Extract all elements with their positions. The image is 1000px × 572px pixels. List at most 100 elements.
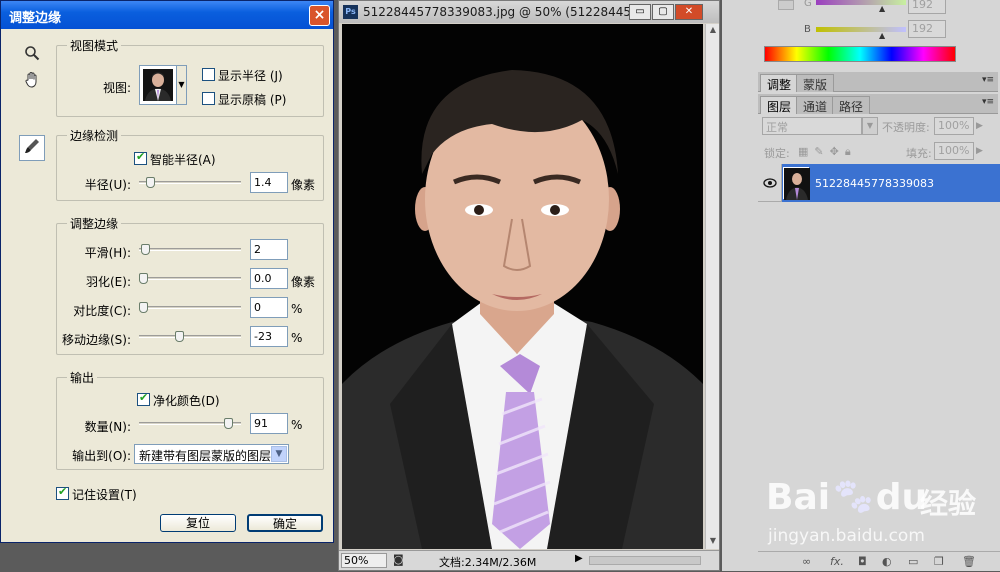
layer-name[interactable]: 51228445778339083	[815, 177, 934, 190]
tab-adjustments[interactable]: 调整	[760, 74, 799, 92]
shift-edge-unit: %	[291, 331, 303, 345]
smooth-slider-track[interactable]	[139, 248, 241, 251]
dialog-title[interactable]: 调整边缘	[1, 1, 333, 29]
edge-detection-legend: 边缘检测	[70, 129, 119, 143]
smart-radius-checkbox[interactable]	[134, 150, 147, 165]
remember-settings-checkbox[interactable]	[56, 485, 69, 500]
shift-edge-slider-thumb[interactable]	[175, 331, 185, 342]
g-slider[interactable]	[816, 0, 906, 5]
opacity-label: 不透明度:	[882, 121, 930, 134]
baidu-watermark: Bai🐾︎du 经验 jingyan.baidu.com	[760, 462, 1000, 572]
reset-button[interactable]: 复位	[160, 514, 236, 532]
output-to-value: 新建带有图层蒙版的图层	[139, 449, 272, 463]
fill-arrow-icon[interactable]: ▶	[976, 146, 983, 156]
color-spectrum[interactable]	[764, 46, 956, 62]
contrast-input[interactable]: 0	[250, 297, 288, 318]
watermark-url: jingyan.baidu.com	[768, 526, 925, 546]
g-slider-thumb[interactable]: ▲	[879, 4, 885, 13]
zoom-level[interactable]: 50%	[341, 553, 387, 568]
b-slider[interactable]	[816, 27, 906, 32]
document-window: 51228445778339083.jpg @ 50% (512284457..…	[338, 0, 720, 571]
output-to-label: 输出到(O):	[72, 449, 131, 463]
lock-icons[interactable]: ▦✎✥🔒︎	[798, 145, 857, 159]
hand-tool-icon[interactable]	[21, 71, 43, 93]
panel-menu-icon[interactable]: ▾≡	[982, 75, 994, 85]
radius-input[interactable]: 1.4	[250, 172, 288, 193]
amount-slider-thumb[interactable]	[223, 418, 233, 429]
status-menu-icon[interactable]: ◙	[393, 553, 404, 566]
fill-input[interactable]: 100%	[934, 142, 974, 160]
radius-label: 半径(U):	[84, 178, 131, 192]
smart-radius-label: 智能半径(A)	[150, 153, 216, 167]
show-original-checkbox[interactable]	[202, 92, 215, 105]
vertical-scrollbar[interactable]: ▲ ▼	[705, 24, 719, 549]
contrast-slider-track[interactable]	[139, 306, 241, 309]
chevron-down-icon[interactable]: ▼	[176, 66, 186, 104]
opacity-input[interactable]: 100%	[934, 117, 974, 135]
feather-slider-track[interactable]	[139, 277, 241, 280]
shift-edge-label: 移动边缘(S):	[61, 333, 131, 347]
show-radius-checkbox[interactable]	[202, 68, 215, 81]
amount-label: 数量(N):	[84, 420, 131, 434]
contrast-unit: %	[291, 302, 303, 316]
feather-unit: 像素	[291, 275, 316, 289]
amount-unit: %	[291, 418, 303, 432]
b-value[interactable]: 192	[908, 20, 946, 38]
feather-slider-thumb[interactable]	[139, 273, 148, 284]
close-button[interactable]: ×	[309, 5, 330, 26]
document-info: 文档:2.34M/2.36M	[439, 556, 537, 569]
amount-input[interactable]: 91	[250, 413, 288, 434]
chevron-down-icon[interactable]: ▼	[862, 117, 878, 135]
output-legend: 输出	[70, 371, 95, 385]
chevron-down-icon[interactable]: ▼	[271, 446, 287, 462]
radius-slider-thumb[interactable]	[146, 177, 156, 188]
panel-menu-icon[interactable]: ▾≡	[982, 97, 994, 107]
status-bar: 50% ◙ 文档:2.34M/2.36M ▶	[339, 550, 719, 570]
horizontal-scrollbar[interactable]	[589, 556, 701, 565]
refine-radius-tool-icon[interactable]	[19, 135, 45, 161]
g-label: G	[804, 0, 812, 9]
view-mode-legend: 视图模式	[70, 39, 119, 53]
feather-label: 羽化(E):	[86, 275, 131, 289]
smooth-input[interactable]: 2	[250, 239, 288, 260]
view-mode-picker[interactable]: ▼	[139, 65, 187, 105]
refine-edge-dialog: 调整边缘 × 视图模式 视图: ▼ 显示半径 (J) 显示原稿 (P) 边缘检测…	[0, 0, 334, 543]
tab-channels[interactable]: 通道	[796, 96, 835, 114]
scroll-up-icon[interactable]: ▲	[707, 25, 719, 37]
ok-button[interactable]: 确定	[247, 514, 323, 532]
decontaminate-checkbox[interactable]	[137, 391, 150, 406]
portrait-photo	[342, 24, 703, 549]
shift-edge-input[interactable]: -23	[250, 326, 288, 347]
fill-label: 填充:	[906, 147, 932, 160]
image-canvas[interactable]	[342, 24, 703, 549]
layer-thumbnail	[783, 167, 810, 200]
shift-edge-slider-track[interactable]	[139, 335, 241, 338]
eye-icon[interactable]	[758, 164, 782, 202]
layers-tabbar: 图层 通道 路径 ▾≡	[758, 94, 998, 114]
scroll-down-icon[interactable]: ▼	[707, 536, 719, 548]
output-to-select[interactable]: 新建带有图层蒙版的图层 ▼	[134, 444, 289, 464]
contrast-slider-thumb[interactable]	[139, 302, 148, 313]
g-value[interactable]: 192	[908, 0, 946, 14]
smooth-slider-thumb[interactable]	[140, 244, 150, 255]
close-window-button[interactable]: ✕	[675, 4, 703, 20]
status-arrow-icon[interactable]: ▶	[575, 553, 583, 564]
tab-masks[interactable]: 蒙版	[796, 74, 835, 92]
smooth-label: 平滑(H):	[84, 246, 131, 260]
tab-paths[interactable]: 路径	[832, 96, 871, 114]
tab-layers[interactable]: 图层	[760, 96, 799, 114]
color-swatch[interactable]	[778, 0, 794, 10]
opacity-arrow-icon[interactable]: ▶	[976, 121, 983, 131]
watermark-cn: 经验	[920, 487, 977, 520]
blend-mode-select[interactable]: 正常	[762, 117, 862, 135]
feather-input[interactable]: 0.0	[250, 268, 288, 289]
radius-unit: 像素	[291, 178, 316, 192]
show-original-label: 显示原稿 (P)	[218, 93, 287, 107]
b-slider-thumb[interactable]: ▲	[879, 31, 885, 40]
restore-button[interactable]: ▢	[652, 4, 674, 20]
lock-label: 锁定:	[764, 147, 790, 160]
view-thumbnail	[143, 69, 173, 101]
watermark-brand: Bai🐾︎du	[766, 477, 928, 518]
minimize-button[interactable]: ▭	[629, 4, 651, 20]
zoom-tool-icon[interactable]	[21, 45, 43, 67]
